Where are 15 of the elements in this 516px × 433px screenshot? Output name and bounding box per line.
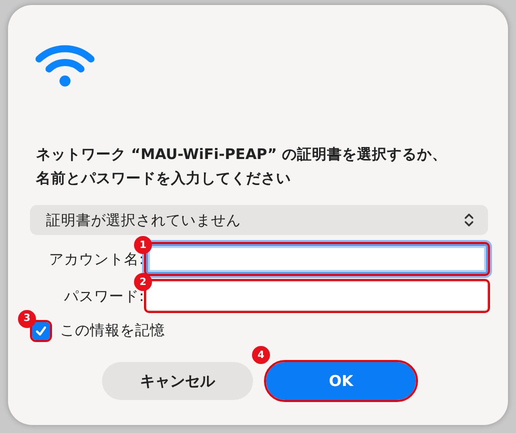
input-field[interactable] <box>146 281 488 311</box>
annotation-badge: 2 <box>134 273 152 291</box>
certificate-popup[interactable]: 証明書が選択されていません <box>30 205 488 235</box>
annotation-badge: 3 <box>18 310 36 328</box>
chevron-updown-icon <box>464 212 474 228</box>
annotation-badge: 4 <box>252 346 270 364</box>
annotation-badge: 1 <box>134 236 152 254</box>
cancel-button[interactable]: キャンセル <box>102 362 253 400</box>
checkbox-label: この情報を記憶 <box>60 322 165 340</box>
wifi-icon <box>35 45 95 87</box>
checkmark-icon <box>34 324 48 338</box>
input-field[interactable] <box>146 244 488 274</box>
dialog-message: ネットワーク “MAU-WiFi-PEAP” の証明書を選択するか、名前とパスワードを入力してください <box>36 146 448 189</box>
checkbox[interactable] <box>32 322 50 340</box>
ok-button[interactable]: OK <box>266 362 416 400</box>
